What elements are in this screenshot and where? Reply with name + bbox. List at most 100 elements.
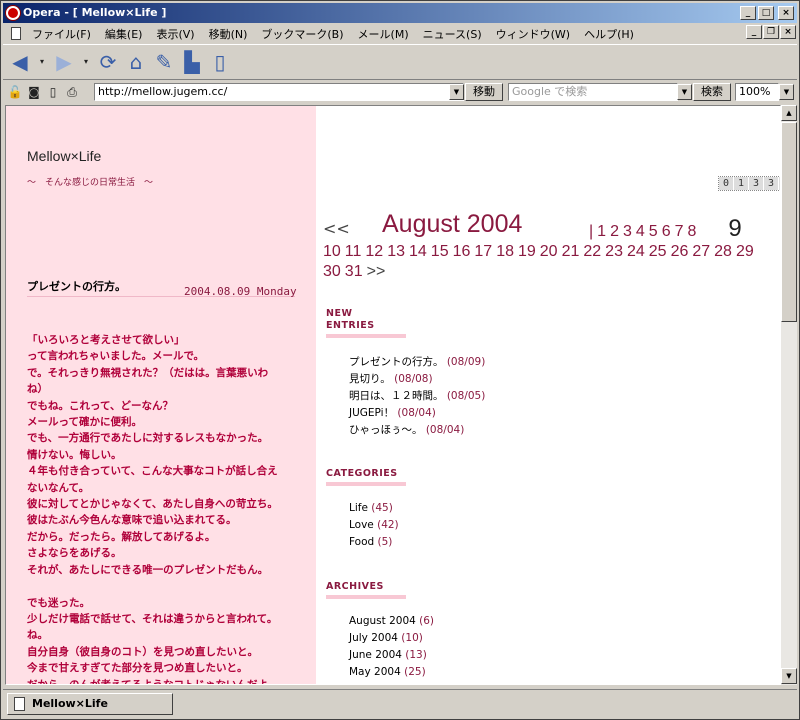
calendar-day[interactable]: 8 (688, 222, 697, 242)
forward-icon[interactable]: ▶ (53, 51, 75, 73)
archive-item-label[interactable]: August 2004 (349, 615, 416, 627)
blog-title[interactable]: Mellow×Life (27, 148, 101, 164)
minimize-button[interactable]: _ (740, 6, 756, 20)
archive-item-label[interactable]: June 2004 (349, 649, 402, 661)
back-dropdown-icon[interactable]: ▾ (37, 51, 47, 73)
calendar-day[interactable]: 29 (736, 242, 754, 262)
vertical-scrollbar[interactable]: ▲ ▼ (781, 105, 797, 685)
menu-help[interactable]: ヘルプ(H) (577, 26, 641, 42)
hotlist-icon[interactable]: ✎ (153, 51, 175, 73)
calendar-day[interactable]: 11 (345, 242, 362, 262)
calendar-day[interactable]: 14 (409, 242, 427, 262)
calendar-day[interactable]: 1 (597, 222, 606, 242)
new-entry-item-label[interactable]: プレゼントの行方。 (349, 356, 444, 368)
calendar-day[interactable]: 20 (540, 242, 558, 262)
mdi-minimize-button[interactable]: _ (746, 25, 762, 39)
archive-item[interactable]: August 2004 (6) (349, 613, 434, 630)
search-button[interactable]: 検索 (693, 83, 731, 101)
calendar-day[interactable]: 17 (474, 242, 492, 262)
calendar-day[interactable]: 4 (636, 222, 645, 242)
archive-item[interactable]: July 2004 (10) (349, 630, 434, 647)
new-entry-item-label[interactable]: ひゃっほぅ～。 (349, 424, 423, 436)
calendar-day[interactable]: 5 (649, 222, 658, 242)
print-icon[interactable]: ▙ (181, 51, 203, 73)
page-icon[interactable]: ▯ (209, 51, 231, 73)
calendar-day[interactable]: 22 (583, 242, 601, 262)
scroll-up-icon[interactable]: ▲ (781, 105, 797, 121)
menu-mail[interactable]: メール(M) (351, 26, 416, 42)
scroll-down-icon[interactable]: ▼ (781, 668, 797, 684)
calendar-day[interactable]: 13 (387, 242, 405, 262)
category-item[interactable]: Food (5) (349, 534, 399, 551)
forward-dropdown-icon[interactable]: ▾ (81, 51, 91, 73)
address-input[interactable]: http://mellow.jugem.cc/ (94, 83, 464, 101)
calendar-day[interactable]: 6 (662, 222, 671, 242)
calendar-day[interactable]: 26 (671, 242, 689, 262)
new-entry-item[interactable]: 見切り。 (08/08) (349, 371, 485, 388)
search-dropdown-icon[interactable]: ▼ (677, 84, 692, 100)
page-tab-icon (14, 697, 25, 711)
menu-edit[interactable]: 編集(E) (98, 26, 150, 42)
menu-window[interactable]: ウィンドウ(W) (489, 26, 577, 42)
print-preview-icon[interactable]: ⎙ (64, 84, 80, 100)
calendar-day[interactable]: 12 (365, 242, 383, 262)
calendar-day[interactable]: 25 (649, 242, 667, 262)
calendar-day[interactable]: 2 (610, 222, 619, 242)
home-icon[interactable]: ⌂ (125, 51, 147, 73)
calendar-day[interactable]: 3 (623, 222, 632, 242)
image-toggle-icon[interactable]: ◙ (26, 84, 42, 100)
search-input[interactable]: Google で検索 (508, 83, 678, 101)
reload-icon[interactable]: ⟳ (97, 51, 119, 73)
zoom-select[interactable]: 100% (735, 83, 779, 101)
category-item-label[interactable]: Love (349, 519, 374, 531)
menu-view[interactable]: 表示(V) (149, 26, 201, 42)
maximize-button[interactable]: □ (758, 6, 774, 20)
scroll-thumb[interactable] (781, 122, 797, 322)
new-entry-item[interactable]: JUGEPi！ (08/04) (349, 405, 485, 422)
new-entry-item[interactable]: 明日は、１２時間。 (08/05) (349, 388, 485, 405)
mdi-restore-button[interactable]: ❐ (763, 25, 779, 39)
close-button[interactable]: × (778, 6, 794, 20)
archive-item-label[interactable]: May 2004 (349, 666, 401, 678)
new-entry-item-label[interactable]: 明日は、１２時間。 (349, 390, 444, 402)
menu-bookmarks[interactable]: ブックマーク(B) (254, 26, 350, 42)
archive-item-label[interactable]: July 2004 (349, 632, 398, 644)
security-lock-icon[interactable]: 🔓 (7, 84, 23, 100)
calendar-day[interactable]: 28 (714, 242, 732, 262)
calendar-day[interactable]: 10 (323, 242, 341, 262)
archive-item-meta: (25) (400, 666, 426, 678)
post-line: さよならをあげる。 (27, 547, 122, 560)
calendar-day[interactable]: 30 (323, 262, 341, 282)
calendar-next-link[interactable]: >> (367, 262, 386, 282)
go-button[interactable]: 移動 (465, 83, 503, 101)
address-dropdown-icon[interactable]: ▼ (449, 84, 464, 100)
category-item-label[interactable]: Food (349, 536, 374, 548)
calendar-day[interactable]: 31 (345, 262, 363, 282)
calendar-day[interactable]: 24 (627, 242, 645, 262)
back-icon[interactable]: ◀ (9, 51, 31, 73)
category-item[interactable]: Love (42) (349, 517, 399, 534)
new-entry-item-label[interactable]: 見切り。 (349, 373, 391, 385)
calendar-day[interactable]: 27 (692, 242, 710, 262)
archive-item[interactable]: May 2004 (25) (349, 664, 434, 681)
document-view-icon[interactable]: ▯ (45, 84, 61, 100)
calendar-day[interactable]: 16 (453, 242, 471, 262)
calendar-day[interactable]: 21 (562, 242, 580, 262)
calendar-day[interactable]: 7 (675, 222, 684, 242)
calendar-day[interactable]: 15 (431, 242, 449, 262)
menu-news[interactable]: ニュース(S) (416, 26, 489, 42)
new-entry-item[interactable]: プレゼントの行方。 (08/09) (349, 354, 485, 371)
new-entry-item-label[interactable]: JUGEPi！ (349, 407, 394, 419)
calendar-day[interactable]: 19 (518, 242, 536, 262)
zoom-dropdown-icon[interactable]: ▼ (779, 84, 794, 100)
menu-navigate[interactable]: 移動(N) (202, 26, 255, 42)
new-entry-item[interactable]: ひゃっほぅ～。 (08/04) (349, 422, 485, 439)
page-tab[interactable]: Mellow×Life (7, 693, 173, 715)
calendar-day[interactable]: 23 (605, 242, 623, 262)
calendar-day[interactable]: 18 (496, 242, 514, 262)
mdi-close-button[interactable]: × (780, 25, 796, 39)
category-item-label[interactable]: Life (349, 502, 368, 514)
category-item[interactable]: Life (45) (349, 500, 399, 517)
archive-item[interactable]: June 2004 (13) (349, 647, 434, 664)
menu-file[interactable]: ファイル(F) (25, 26, 98, 42)
